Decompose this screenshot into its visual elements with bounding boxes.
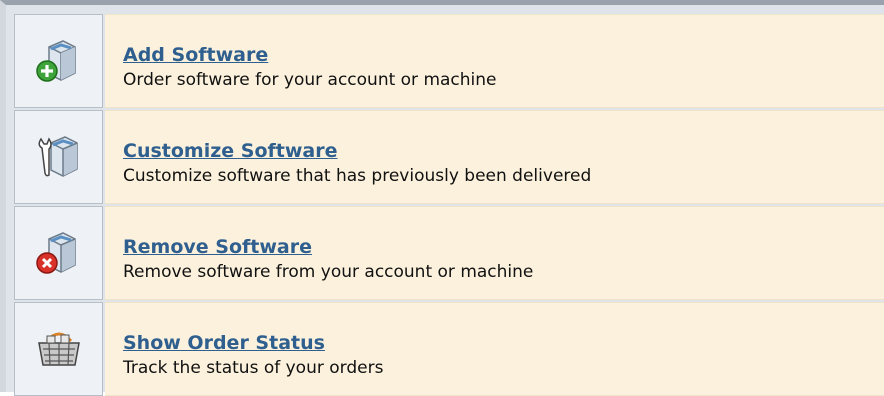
menu-item-remove-software[interactable]: Remove Software Remove software from you… bbox=[14, 206, 884, 300]
menu-item-customize-software[interactable]: Customize Software Customize software th… bbox=[14, 110, 884, 204]
order-status-icon bbox=[37, 332, 80, 366]
customize-software-description: Customize software that has previously b… bbox=[123, 166, 592, 186]
add-software-link[interactable]: Add Software bbox=[123, 43, 268, 67]
menu-item-icon-cell bbox=[14, 206, 103, 300]
menu-item-text-cell: Remove Software Remove software from you… bbox=[105, 206, 884, 300]
menu-item-text-cell: Show Order Status Track the status of yo… bbox=[105, 302, 884, 396]
menu-frame: Add Software Order software for your acc… bbox=[0, 0, 884, 396]
show-order-status-link[interactable]: Show Order Status bbox=[123, 331, 325, 355]
menu-item-icon-cell bbox=[14, 110, 103, 204]
show-order-status-description: Track the status of your orders bbox=[123, 358, 384, 378]
add-software-description: Order software for your account or machi… bbox=[123, 70, 497, 90]
remove-software-link[interactable]: Remove Software bbox=[123, 235, 312, 259]
menu-item-add-software[interactable]: Add Software Order software for your acc… bbox=[14, 14, 884, 108]
software-menu: Add Software Order software for your acc… bbox=[14, 14, 884, 396]
menu-item-show-order-status[interactable]: Show Order Status Track the status of yo… bbox=[14, 302, 884, 396]
menu-item-icon-cell bbox=[14, 302, 103, 396]
remove-software-icon bbox=[35, 232, 76, 274]
customize-software-icon bbox=[38, 136, 78, 177]
remove-software-description: Remove software from your account or mac… bbox=[123, 262, 534, 282]
menu-item-text-cell: Add Software Order software for your acc… bbox=[105, 14, 884, 108]
customize-software-link[interactable]: Customize Software bbox=[123, 139, 338, 163]
add-software-icon bbox=[35, 40, 76, 82]
menu-item-text-cell: Customize Software Customize software th… bbox=[105, 110, 884, 204]
menu-item-icon-cell bbox=[14, 14, 103, 108]
